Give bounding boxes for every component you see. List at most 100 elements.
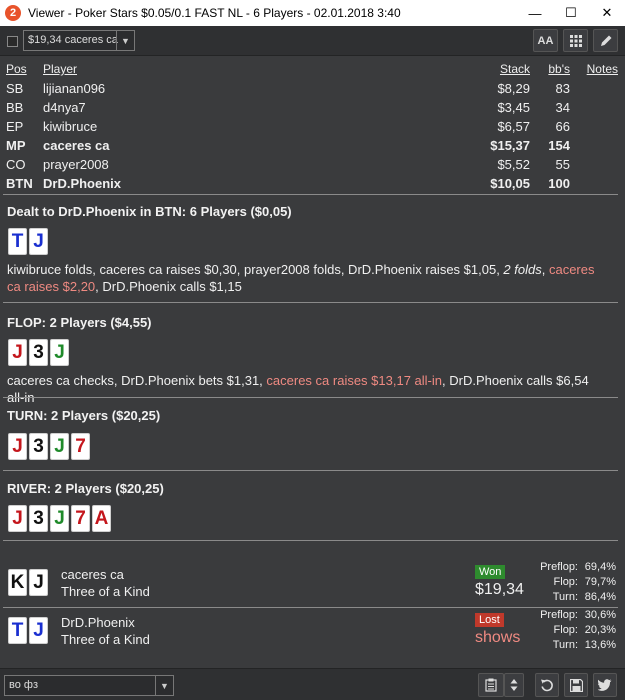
save-icon <box>569 678 583 692</box>
chevron-down-icon[interactable]: ▼ <box>116 31 134 50</box>
title-bar: 2 Viewer - Poker Stars $0.05/0.1 FAST NL… <box>0 0 625 26</box>
undo-icon <box>541 679 553 692</box>
clipboard-button[interactable] <box>478 673 504 697</box>
edit-button[interactable] <box>593 29 618 52</box>
action-text: kiwibruce folds, caceres ca raises $0,30… <box>7 262 504 277</box>
playing-card: T <box>8 617 27 644</box>
result-player-name: DrD.Phoenix <box>61 615 135 630</box>
river-header: RIVER: 2 Players ($20,25) <box>7 481 164 496</box>
stat-value: 79,7% <box>584 576 616 588</box>
table-row[interactable]: MP caceres ca $15,37 154 <box>6 138 620 157</box>
divider <box>3 397 618 398</box>
result-player: caceres ca Three of a Kind <box>61 566 150 600</box>
result-hand-cards: T J <box>8 617 50 644</box>
stat-value: 20,3% <box>584 624 616 636</box>
stat-label: Preflop: <box>540 609 578 621</box>
playing-card: J <box>8 433 27 460</box>
note-select-value: во фз <box>9 679 38 691</box>
playing-card: J <box>8 505 27 532</box>
result-hand-name: Three of a Kind <box>61 632 150 647</box>
playing-card: J <box>8 339 27 366</box>
save-button[interactable] <box>564 673 588 697</box>
playing-card: 3 <box>29 505 48 532</box>
pos-header[interactable]: Pos <box>6 62 27 76</box>
spin-button[interactable] <box>504 673 524 697</box>
player-header[interactable]: Player <box>43 62 77 76</box>
stat-value: 86,4% <box>584 591 616 603</box>
chevron-down-icon[interactable]: ▼ <box>155 676 173 695</box>
stat-label: Turn: <box>552 639 578 651</box>
result-hand-cards: K J <box>8 569 50 596</box>
twitter-icon <box>598 679 612 691</box>
hand-select-dropdown[interactable]: $19,34 caceres ca ▼ <box>23 30 135 51</box>
stat-value: 30,6% <box>584 609 616 621</box>
stack: $5,52 <box>497 157 530 172</box>
river-cards: J 3 J 7 A <box>8 505 113 532</box>
player-name: DrD.Phoenix <box>43 176 122 191</box>
replay-button[interactable] <box>535 673 559 697</box>
stat-label: Flop: <box>553 624 578 636</box>
stack-header[interactable]: Stack <box>500 62 530 76</box>
table-row[interactable]: SB lijianan096 $8,29 83 <box>6 81 620 100</box>
action-text: , DrD.Phoenix calls $1,15 <box>95 279 242 294</box>
playing-card: 7 <box>71 433 90 460</box>
stack: $3,45 <box>497 100 530 115</box>
big-blinds: 100 <box>548 176 570 191</box>
stack: $8,29 <box>497 81 530 96</box>
table-row[interactable]: CO prayer2008 $5,52 55 <box>6 157 620 176</box>
player-name: prayer2008 <box>43 157 109 172</box>
big-blinds: 154 <box>548 138 570 153</box>
flop-actions: caceres ca checks, DrD.Phoenix bets $1,3… <box>7 372 607 406</box>
big-blinds: 66 <box>555 119 570 134</box>
stat-value: 69,4% <box>584 561 616 573</box>
stack: $15,37 <box>490 138 530 153</box>
stack: $6,57 <box>497 119 530 134</box>
won-amount: $19,34 <box>475 581 524 598</box>
note-select-dropdown[interactable]: во фз ▼ <box>4 675 174 696</box>
bbs-header[interactable]: bb's <box>548 62 570 76</box>
notes-header[interactable]: Notes <box>587 62 618 76</box>
position: BB <box>6 100 24 115</box>
top-toolbar: $19,34 caceres ca ▼ AA <box>0 26 625 56</box>
players-table: Pos Player Stack bb's Notes SB lijianan0… <box>6 62 620 195</box>
playing-card: J <box>29 617 48 644</box>
player-name: d4nya7 <box>43 100 86 115</box>
close-button[interactable]: ✕ <box>589 0 625 26</box>
shows-label: shows <box>475 629 521 646</box>
maximize-button[interactable]: ☐ <box>553 0 589 26</box>
twitter-button[interactable] <box>593 673 617 697</box>
position: EP <box>6 119 24 134</box>
playing-card: 3 <box>29 339 48 366</box>
flop-header: FLOP: 2 Players ($4,55) <box>7 315 152 330</box>
result-player: DrD.Phoenix Three of a Kind <box>61 614 150 648</box>
divider <box>3 470 618 471</box>
playing-card: 7 <box>71 505 90 532</box>
hand-checkbox[interactable] <box>7 36 18 47</box>
hand-select-value: $19,34 caceres ca <box>28 34 118 46</box>
preflop-header: Dealt to DrD.Phoenix in BTN: 6 Players (… <box>7 204 292 219</box>
table-row[interactable]: EP kiwibruce $6,57 66 <box>6 119 620 138</box>
table-row[interactable]: BB d4nya7 $3,45 34 <box>6 100 620 119</box>
font-size-button[interactable]: AA <box>533 29 558 52</box>
action-text: , <box>541 262 549 277</box>
position: MP <box>6 138 26 153</box>
action-text-highlight: caceres ca raises $13,17 all-in <box>266 373 442 388</box>
table-row[interactable]: BTN DrD.Phoenix $10,05 100 <box>6 176 620 195</box>
divider <box>3 607 618 608</box>
big-blinds: 83 <box>555 81 570 96</box>
clipboard-icon <box>485 678 497 692</box>
playing-card: J <box>50 505 69 532</box>
grid-icon <box>569 34 582 47</box>
playing-card: 3 <box>29 433 48 460</box>
playing-card: K <box>8 569 27 596</box>
turn-header: TURN: 2 Players ($20,25) <box>7 408 161 423</box>
app-logo-icon: 2 <box>5 5 21 21</box>
minimize-button[interactable]: — <box>517 0 553 26</box>
grid-button[interactable] <box>563 29 588 52</box>
playing-card: J <box>29 228 48 255</box>
stat-label: Flop: <box>553 576 578 588</box>
position: CO <box>6 157 26 172</box>
action-text-italic: 2 folds <box>503 262 542 277</box>
up-down-icon <box>510 679 518 691</box>
playing-card: J <box>50 339 69 366</box>
